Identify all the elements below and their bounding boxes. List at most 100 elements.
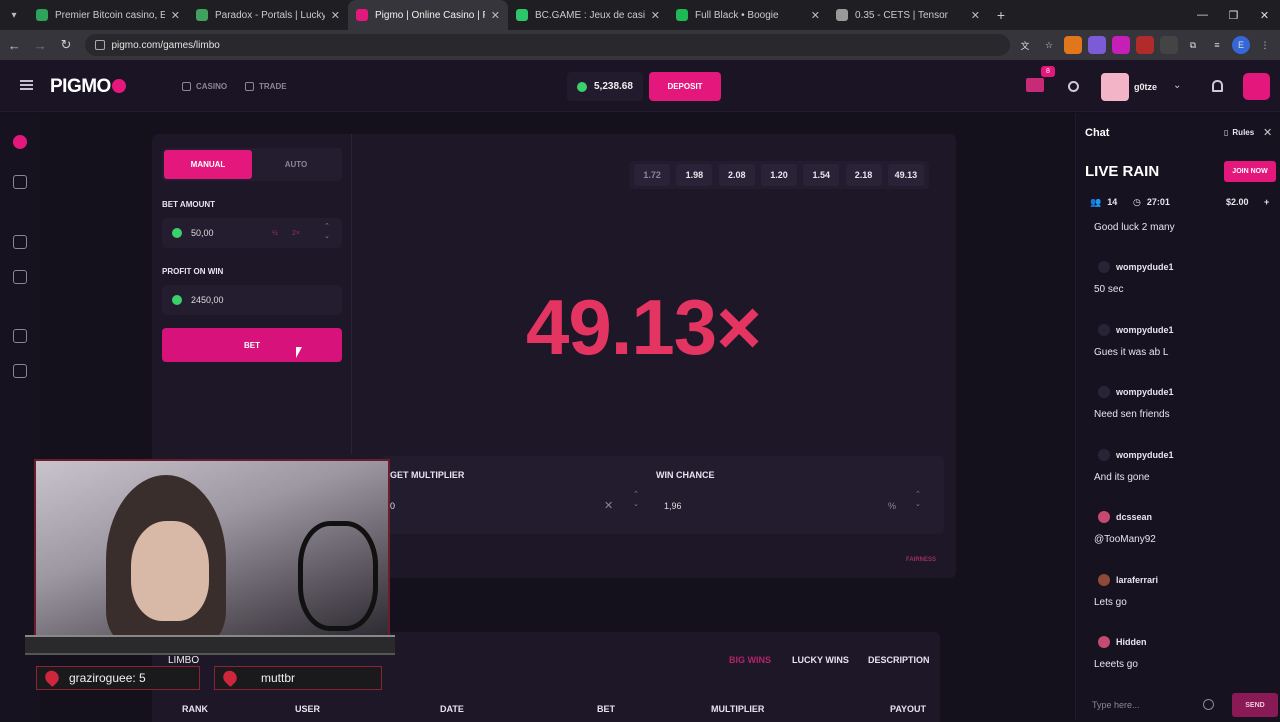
chat-username[interactable]: dcssean	[1116, 512, 1152, 522]
rain-timer: ◷ 27:01	[1133, 197, 1170, 208]
site-header: PIGMO CASINO TRADE 5,238.68 DEPOSIT	[0, 60, 1280, 112]
vip-crown-icon[interactable]	[1026, 78, 1044, 92]
bet-amount-label: BET AMOUNT	[162, 200, 216, 209]
metamask-icon[interactable]	[1063, 36, 1082, 54]
translate-icon[interactable]: 文	[1016, 36, 1034, 54]
chat-message-text: Need sen friends	[1094, 409, 1170, 420]
tab-manual[interactable]: MANUAL	[164, 150, 252, 179]
chat-username[interactable]: laraferrari	[1116, 575, 1158, 585]
chat-user-avatar[interactable]	[1098, 511, 1110, 523]
new-tab-button[interactable]: +	[988, 7, 1014, 23]
hamburger-menu-icon[interactable]	[20, 80, 33, 90]
browser-tab[interactable]: Premier Bitcoin casino, Ethereu ✕	[28, 0, 188, 30]
extension-icon[interactable]	[1087, 36, 1106, 54]
browser-tab[interactable]: Pigmo | Online Casino | Pigmo ✕	[348, 0, 508, 30]
profit-on-win-field: 2450,00	[162, 285, 342, 315]
maximize-icon[interactable]: ❐	[1218, 0, 1249, 30]
clear-icon[interactable]: ✕	[604, 499, 613, 512]
bookmark-star-icon[interactable]: ☆	[1040, 36, 1058, 54]
emoji-icon[interactable]	[1203, 699, 1214, 710]
tab-close-icon[interactable]: ✕	[491, 9, 500, 22]
browser-tab[interactable]: 0.35 - CETS | Tensor ✕	[828, 0, 988, 30]
profile-icon[interactable]: E	[1231, 36, 1250, 54]
chat-username[interactable]: Hidden	[1116, 637, 1147, 647]
tab-close-icon[interactable]: ✕	[811, 9, 820, 22]
tab-close-icon[interactable]: ✕	[171, 9, 180, 22]
close-window-icon[interactable]: ✕	[1249, 0, 1280, 30]
rail-gift-icon[interactable]	[13, 235, 27, 249]
more-icon[interactable]: ⋮	[1256, 36, 1274, 54]
forward-icon[interactable]: →	[29, 33, 52, 57]
extensions-puzzle-icon[interactable]: ⧉	[1184, 36, 1202, 54]
chat-username[interactable]: wompydude1	[1116, 325, 1174, 335]
tab-close-icon[interactable]: ✕	[331, 9, 340, 22]
streamer-face	[131, 521, 209, 621]
chat-user-avatar[interactable]	[1098, 573, 1110, 586]
username[interactable]: g0tze	[1134, 82, 1157, 92]
chevron-down-icon[interactable]: ⌄	[1173, 80, 1181, 91]
rail-stats-icon[interactable]	[13, 175, 27, 189]
target-stepper[interactable]: ⌃ ⌄	[633, 490, 639, 510]
chat-username[interactable]: wompydude1	[1116, 450, 1174, 460]
target-multiplier-input[interactable]: 0	[390, 501, 395, 511]
chat-user-avatar[interactable]	[1098, 386, 1110, 398]
url-bar[interactable]: pigmo.com/games/limbo	[85, 34, 1010, 56]
extension-icon[interactable]	[1135, 36, 1154, 54]
extension-icon[interactable]	[1111, 36, 1130, 54]
bet-button[interactable]: BET	[162, 328, 342, 362]
bell-icon[interactable]	[1212, 80, 1223, 92]
site-logo[interactable]: PIGMO	[50, 76, 126, 98]
search-icon[interactable]	[1068, 81, 1079, 92]
minimize-icon[interactable]: —	[1187, 0, 1218, 30]
fairness-link[interactable]: FAIRNESS	[906, 557, 936, 563]
chat-username[interactable]: wompydude1	[1116, 262, 1174, 272]
rail-trade-icon[interactable]	[13, 364, 27, 378]
nav-trade[interactable]: TRADE	[245, 82, 287, 91]
tab-auto[interactable]: AUTO	[252, 150, 340, 179]
tab-search-chevron-icon[interactable]: ▾	[0, 0, 28, 30]
chat-message-text: 50 sec	[1094, 284, 1124, 295]
history-chip: 1.72	[634, 164, 671, 186]
chat-rules-link[interactable]: ▯ Rules	[1224, 128, 1254, 137]
wallet-balance[interactable]: 5,238.68	[567, 72, 643, 101]
nav-casino[interactable]: CASINO	[182, 82, 227, 91]
reload-icon[interactable]: ↻	[55, 33, 78, 57]
browser-tab[interactable]: Paradox - Portals | LuckySea ✕	[188, 0, 348, 30]
tab-close-icon[interactable]: ✕	[651, 9, 660, 22]
browser-tab[interactable]: BC.GAME : Jeux de casino crypt ✕	[508, 0, 668, 30]
chat-user-avatar[interactable]	[1098, 448, 1110, 461]
chat-user-avatar[interactable]	[1098, 323, 1110, 336]
tab-description[interactable]: DESCRIPTION	[868, 655, 930, 665]
close-icon[interactable]: ✕	[1263, 126, 1272, 139]
logo-text: PIGMO	[50, 76, 111, 97]
menu-icon[interactable]: ≡	[1208, 36, 1226, 54]
rail-box-icon[interactable]	[13, 270, 27, 284]
chat-username[interactable]: wompydude1	[1116, 387, 1174, 397]
chat-user-avatar[interactable]	[1098, 636, 1110, 648]
chat-user-avatar[interactable]	[1098, 261, 1110, 273]
favicon-icon	[356, 9, 368, 21]
back-icon[interactable]: ←	[3, 33, 26, 57]
avatar[interactable]	[1101, 73, 1129, 101]
join-rain-button[interactable]: JOIN NOW	[1224, 161, 1276, 182]
bet-amount-input[interactable]: 50,00	[162, 218, 342, 248]
send-button[interactable]: SEND	[1232, 693, 1278, 717]
site-info-icon[interactable]	[95, 40, 106, 50]
rail-home-logo-icon[interactable]	[13, 135, 27, 149]
rail-house-icon[interactable]	[13, 329, 27, 343]
alert-badge: muttbr	[214, 666, 382, 690]
plus-icon[interactable]: +	[1264, 197, 1269, 207]
double-bet-button[interactable]: 2×	[292, 230, 300, 237]
tab-lucky-wins[interactable]: LUCKY WINS	[792, 655, 849, 665]
tab-big-wins[interactable]: BIG WINS	[729, 655, 771, 665]
half-bet-button[interactable]: ½	[272, 230, 278, 237]
chat-toggle-button[interactable]	[1243, 73, 1270, 100]
alert-text: muttbr	[261, 671, 296, 685]
bet-amount-stepper[interactable]: ⌃ ⌄	[324, 222, 330, 242]
tab-close-icon[interactable]: ✕	[971, 9, 980, 22]
extension-icon[interactable]	[1159, 36, 1178, 54]
browser-tab[interactable]: Full Black • Boogie ✕	[668, 0, 828, 30]
win-chance-input[interactable]: 1,96	[664, 501, 682, 511]
win-chance-stepper[interactable]: ⌃ ⌄	[915, 490, 921, 510]
deposit-button[interactable]: DEPOSIT	[649, 72, 721, 101]
